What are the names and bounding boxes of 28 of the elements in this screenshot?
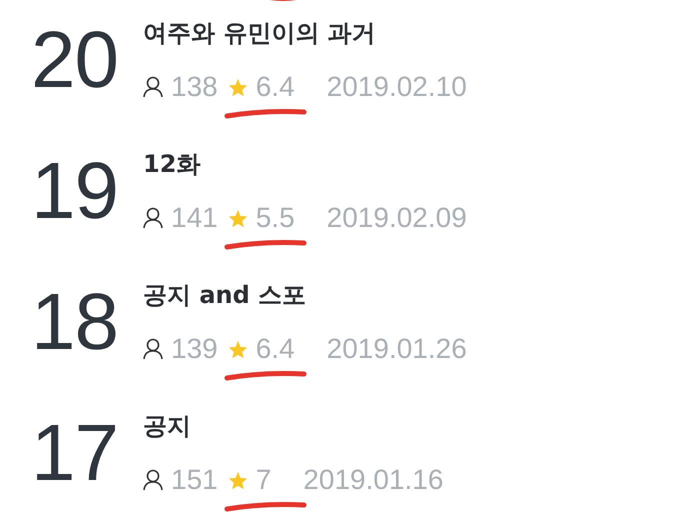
episode-date: 2019.02.10: [326, 70, 467, 104]
rating: 6.4: [256, 332, 295, 366]
view-count: 138: [171, 70, 218, 104]
episode-number: 20: [30, 20, 119, 100]
rating: 6.4: [256, 70, 295, 104]
view-count: 139: [171, 332, 218, 366]
episode-number: 19: [30, 151, 119, 231]
episode-number: 18: [30, 282, 119, 362]
star-icon: [228, 78, 248, 96]
star-icon: [228, 208, 248, 228]
episode-number: 17: [30, 413, 119, 493]
person-icon: [143, 207, 163, 229]
view-count: 141: [171, 201, 218, 235]
episode-date: 2019.01.16: [303, 463, 444, 497]
view-count: 151: [171, 463, 218, 497]
episode-date: 2019.02.09: [326, 201, 467, 235]
rating: 7: [256, 463, 272, 497]
person-icon: [143, 76, 163, 98]
person-icon: [143, 469, 163, 491]
rating: 5.5: [256, 201, 295, 235]
episode-date: 2019.01.26: [326, 332, 467, 366]
person-icon: [143, 338, 163, 360]
episode-title[interactable]: 여주와 유민이의 과거: [143, 18, 376, 48]
episode-title[interactable]: 12화: [143, 149, 200, 179]
star-icon: [228, 470, 248, 490]
episode-title[interactable]: 공지: [143, 411, 191, 441]
star-icon: [228, 340, 248, 358]
episode-title[interactable]: 공지 and 스포: [143, 280, 306, 310]
